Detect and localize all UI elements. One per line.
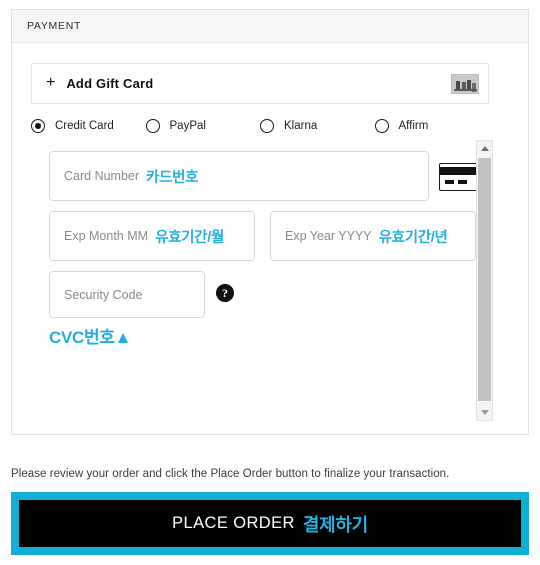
radio-icon bbox=[31, 119, 45, 133]
exp-month-input[interactable]: Exp Month MM 유효기간/월 bbox=[49, 211, 255, 261]
exp-year-placeholder: Exp Year YYYY bbox=[285, 229, 372, 243]
exp-year-annotation: 유효기간/년 bbox=[378, 229, 448, 246]
place-order-label-kr: 결제하기 bbox=[302, 514, 368, 535]
place-order-button[interactable]: PLACE ORDER 결제하기 bbox=[19, 500, 521, 547]
card-dash-1 bbox=[445, 180, 454, 184]
payment-method-klarna[interactable]: Klarna bbox=[260, 119, 375, 133]
checkout-payment-page: PAYMENT + Add Gift Card Credit Card PayP… bbox=[0, 0, 540, 565]
place-order-highlight: PLACE ORDER 결제하기 bbox=[11, 492, 529, 555]
payment-method-label: PayPal bbox=[169, 120, 206, 132]
question-mark-icon[interactable]: ? bbox=[216, 284, 234, 302]
scrollbar-down-button[interactable] bbox=[477, 405, 492, 420]
radio-icon bbox=[260, 119, 274, 133]
card-number-input[interactable]: Card Number 카드번호 bbox=[49, 151, 429, 201]
payment-method-affirm[interactable]: Affirm bbox=[374, 119, 490, 133]
scrollbar-up-button[interactable] bbox=[477, 141, 492, 156]
add-gift-card-row[interactable]: + Add Gift Card bbox=[31, 63, 489, 104]
payment-method-label: Affirm bbox=[398, 120, 429, 132]
payment-scrollbar[interactable] bbox=[476, 140, 493, 421]
payment-section-header: PAYMENT bbox=[12, 10, 528, 43]
payment-method-label: Credit Card bbox=[55, 120, 114, 132]
exp-month-annotation: 유효기간/월 bbox=[155, 229, 224, 246]
payment-section-body: + Add Gift Card Credit Card PayPal Klarn… bbox=[12, 43, 528, 434]
payment-method-label: Klarna bbox=[284, 120, 318, 132]
exp-month-placeholder: Exp Month MM bbox=[64, 229, 149, 243]
card-number-placeholder: Card Number bbox=[64, 169, 140, 183]
security-code-placeholder: Security Code bbox=[64, 287, 143, 302]
exp-year-input[interactable]: Exp Year YYYY 유효기간/년 bbox=[270, 211, 476, 261]
payment-method-credit-card[interactable]: Credit Card bbox=[31, 119, 146, 133]
payment-method-paypal[interactable]: PayPal bbox=[145, 119, 261, 133]
scrollbar-thumb[interactable] bbox=[478, 158, 491, 401]
review-order-note: Please review your order and click the P… bbox=[11, 467, 450, 480]
place-order-label-en: PLACE ORDER bbox=[172, 514, 295, 532]
add-gift-card-label: Add Gift Card bbox=[66, 76, 154, 91]
card-number-annotation: 카드번호 bbox=[146, 169, 199, 186]
radio-icon bbox=[374, 119, 389, 133]
gift-card-thumbnail-icon bbox=[451, 73, 479, 94]
payment-section-title: PAYMENT bbox=[27, 20, 82, 32]
payment-method-group: Credit Card PayPal Klarna Affirm bbox=[31, 119, 489, 133]
plus-icon: + bbox=[46, 74, 56, 91]
chevron-up-icon bbox=[480, 146, 489, 151]
chevron-down-icon bbox=[480, 410, 489, 415]
radio-icon bbox=[145, 119, 160, 133]
payment-section: PAYMENT + Add Gift Card Credit Card PayP… bbox=[11, 9, 529, 435]
credit-card-fields: Card Number 카드번호 Exp Month MM 유효기간/월 Exp… bbox=[31, 145, 489, 417]
security-code-annotation: CVC번호▲ bbox=[49, 328, 132, 347]
security-code-input[interactable]: Security Code bbox=[49, 271, 205, 318]
card-dash-2 bbox=[458, 180, 467, 184]
